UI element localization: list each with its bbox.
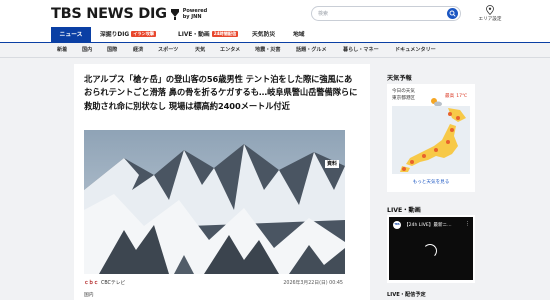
main-article: 北アルプス「槍ヶ岳」の登山客の56歳男性 テント泊をした際に強風にあおられテント…: [74, 64, 370, 300]
article-category[interactable]: 国内: [84, 291, 94, 298]
japan-weather-map: [392, 106, 470, 174]
subnav-divider: [0, 57, 550, 58]
article-source[interactable]: CBCテレビ: [101, 279, 125, 288]
subnav-item-topics-gourmet[interactable]: 話題・グルメ: [296, 43, 327, 57]
article-photo-mountains[interactable]: 資料: [84, 130, 345, 274]
subnav-item-domestic[interactable]: 国内: [82, 43, 92, 57]
more-weather-link[interactable]: もっと天気を見る: [387, 179, 475, 185]
tbs-channel-avatar: TBS: [393, 221, 401, 229]
category-subnav: 新着 国内 国際 経済 スポーツ 天気 エンタメ 地震・災害 話題・グルメ 暮ら…: [0, 43, 550, 57]
weather-map[interactable]: [392, 106, 470, 174]
subnav-item-weather[interactable]: 天気: [195, 43, 205, 57]
gnav-tab-region[interactable]: 地域: [293, 27, 305, 43]
live-video-title: 【24h LIVE】最新ニ...: [404, 223, 452, 228]
more-options-icon[interactable]: ⋮: [465, 222, 470, 227]
subnav-item-economy[interactable]: 経済: [133, 43, 143, 57]
high-temperature: 最高 17℃: [445, 94, 468, 99]
subnav-item-new[interactable]: 新着: [57, 43, 67, 57]
search-icon: [449, 10, 456, 17]
site-logo[interactable]: TBS NEWS DIG Powered by JNN: [51, 5, 207, 23]
dig-shovel-icon: [170, 8, 180, 20]
gnav-tab-weather-disaster[interactable]: 天気防災: [252, 27, 275, 43]
search-box: [311, 6, 461, 21]
subnav-item-international[interactable]: 国際: [107, 43, 117, 57]
logo-text: TBS NEWS DIG: [51, 6, 167, 22]
subnav-item-earthquake-disaster[interactable]: 地震・災害: [255, 43, 280, 57]
site-header: TBS NEWS DIG Powered by JNN エリア設定: [0, 0, 550, 27]
gnav-tab-news[interactable]: ニュース: [51, 27, 91, 43]
search-button[interactable]: [447, 8, 458, 19]
area-settings-label: エリア設定: [478, 17, 502, 22]
gnav-tab-deep-dig[interactable]: 深掘りDIG イラン攻撃: [100, 27, 157, 43]
search-input[interactable]: [318, 8, 436, 19]
live-schedule-title: LIVE・配信予定: [387, 292, 426, 298]
live-video-player[interactable]: TBS 【24h LIVE】最新ニ... ⋮: [389, 217, 473, 280]
subnav-item-sports[interactable]: スポーツ: [158, 43, 178, 57]
live-section-title: LIVE・動画: [387, 207, 421, 214]
snowy-mountain-illustration: [84, 130, 345, 274]
powered-by-jnn: Powered by JNN: [182, 8, 208, 20]
gnav-tab-live-video[interactable]: LIVE・動画 24時間配信: [178, 27, 239, 43]
cbc-logo-icon: ｃｂｃ: [84, 281, 99, 286]
weather-card[interactable]: 今日の天気 東京都港区 最高 17℃ もっと天気を見る: [387, 84, 475, 192]
weather-section-title: 天気予報: [387, 75, 412, 82]
article-timestamp: 2026年3月22日(日) 00:45: [283, 281, 343, 286]
area-settings-button[interactable]: エリア設定: [472, 4, 508, 24]
subnav-item-living-money[interactable]: 暮らし・マネー: [343, 43, 379, 57]
live-video-card[interactable]: TBS 【24h LIVE】最新ニ... ⋮: [387, 215, 475, 283]
badge-24h: 24時間配信: [211, 31, 239, 37]
loading-spinner-icon: [423, 244, 437, 258]
weather-location-label: 今日の天気 東京都港区: [392, 89, 415, 101]
global-nav: ニュース 深掘りDIG イラン攻撃 LIVE・動画 24時間配信 天気防災 地域: [0, 27, 550, 43]
article-headline: 北アルプス「槍ヶ岳」の登山客の56歳男性 テント泊をした際に強風にあおられテント…: [84, 74, 358, 111]
archive-footage-tag: 資料: [324, 160, 339, 168]
subnav-item-entertainment[interactable]: エンタメ: [220, 43, 240, 57]
sunny-cloudy-icon: [430, 92, 442, 107]
badge-iran: イラン攻撃: [131, 31, 157, 37]
subnav-item-documentary[interactable]: ドキュメンタリー: [395, 43, 436, 57]
location-pin-icon: [486, 5, 494, 15]
article-meta: ｃｂｃ CBCテレビ 2026年3月22日(日) 00:45: [84, 279, 345, 288]
